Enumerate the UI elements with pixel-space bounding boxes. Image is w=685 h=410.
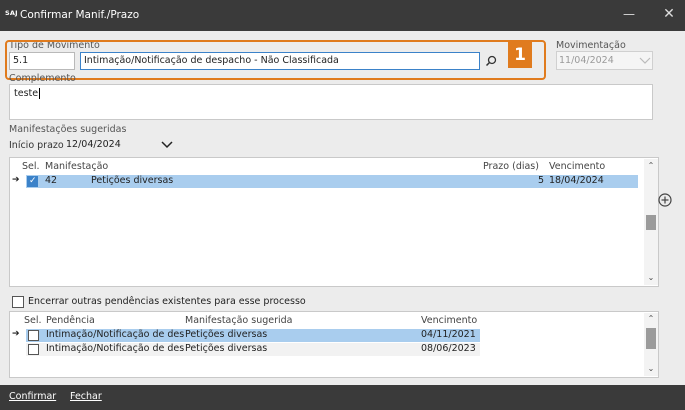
- vencimento-value: 18/04/2024: [549, 175, 604, 186]
- row-select-checkbox[interactable]: [28, 344, 39, 355]
- column-header-pendencia: Pendência: [46, 315, 95, 326]
- table-row[interactable]: Intimação/Notificação de desp Petições d…: [10, 343, 480, 356]
- close-dialog-button-label: Fechar: [70, 391, 102, 402]
- callout-badge: 1: [508, 42, 532, 68]
- chevron-down-icon: [639, 57, 651, 64]
- minimize-button[interactable]: —: [616, 4, 642, 26]
- confirm-button[interactable]: Confirmar: [9, 391, 56, 402]
- movimentacao-date-picker[interactable]: 11/04/2024: [556, 51, 653, 70]
- prazo-value: 5: [538, 175, 545, 186]
- complemento-text: teste: [14, 88, 39, 99]
- row-select-checkbox[interactable]: [28, 330, 39, 341]
- app-logo: SAJ: [5, 9, 18, 17]
- manifestacoes-sugeridas-label: Manifestações sugeridas: [9, 124, 127, 135]
- movimentacao-date-value: 11/04/2024: [559, 55, 614, 66]
- highlight-frame: [5, 40, 546, 80]
- check-icon: ✓: [29, 176, 37, 186]
- manifestacao-value: Petições diversas: [185, 329, 268, 340]
- encerrar-pendencias-label: Encerrar outras pendências existentes pa…: [28, 296, 306, 307]
- scroll-thumb[interactable]: [646, 328, 656, 349]
- vencimento-value: 04/11/2021: [421, 329, 476, 340]
- pendencia-value: Intimação/Notificação de desp: [46, 329, 184, 340]
- title-bar: SAJ Confirmar Manif./Prazo — ✕: [0, 0, 685, 31]
- footer-bar: Confirmar Fechar: [0, 385, 685, 410]
- pending-scrollbar[interactable]: ⌃ ⌄: [644, 313, 658, 376]
- manifestation-code: 42: [45, 175, 58, 186]
- text-cursor: [39, 88, 44, 99]
- complemento-textarea[interactable]: teste: [9, 84, 653, 120]
- row-pointer-icon: ➔: [12, 175, 20, 185]
- inicio-prazo-date-picker[interactable]: 12/04/2024: [63, 137, 177, 154]
- scroll-thumb[interactable]: [646, 215, 656, 230]
- chevron-down-icon[interactable]: ⌄: [645, 364, 657, 374]
- suggested-scrollbar[interactable]: ⌃ ⌄: [644, 159, 658, 285]
- movimentacao-label: Movimentação: [556, 40, 626, 51]
- add-button[interactable]: [657, 192, 673, 208]
- pending-table: Sel. Pendência Manifestação sugerida Ven…: [9, 311, 659, 378]
- manifestacao-value: Petições diversas: [185, 343, 268, 354]
- close-dialog-button[interactable]: Fechar: [70, 391, 102, 402]
- plus-circle-icon: [658, 193, 672, 207]
- column-header-sel: Sel.: [22, 161, 40, 172]
- inicio-prazo-label: Início prazo: [9, 140, 64, 151]
- complemento-label: Complemento: [9, 73, 76, 84]
- column-header-vencimento: Vencimento: [549, 161, 606, 172]
- suggested-manifestations-table: Sel. Manifestação Prazo (dias) Venciment…: [9, 157, 659, 287]
- row-select-checkbox[interactable]: ✓: [27, 176, 38, 187]
- chevron-up-icon[interactable]: ⌃: [645, 161, 657, 171]
- column-header-manifestacao: Manifestação: [45, 161, 109, 172]
- pendencia-value: Intimação/Notificação de desp: [46, 343, 184, 354]
- column-header-sel: Sel.: [24, 315, 42, 326]
- row-pointer-icon: ➔: [12, 329, 20, 339]
- column-header-vencimento: Vencimento: [421, 315, 478, 326]
- vencimento-value: 08/06/2023: [421, 343, 476, 354]
- table-row[interactable]: ➔ ✓ 42 Petições diversas 5 18/04/2024: [10, 175, 638, 188]
- chevron-down-icon[interactable]: ⌄: [645, 273, 657, 283]
- inicio-prazo-date-value: 12/04/2024: [66, 139, 121, 150]
- chevron-up-icon[interactable]: ⌃: [645, 314, 657, 324]
- window-title: Confirmar Manif./Prazo: [20, 9, 140, 21]
- column-header-prazo: Prazo (dias): [483, 161, 539, 172]
- confirm-button-label: Confirmar: [9, 391, 57, 402]
- manifestation-name: Petições diversas: [91, 175, 174, 186]
- column-header-manifestacao-sugerida: Manifestação sugerida: [185, 315, 293, 326]
- chevron-down-icon: [161, 141, 173, 149]
- encerrar-pendencias-checkbox[interactable]: [12, 296, 24, 308]
- table-row[interactable]: ➔ Intimação/Notificação de desp Petições…: [10, 329, 480, 342]
- close-button[interactable]: ✕: [656, 3, 682, 27]
